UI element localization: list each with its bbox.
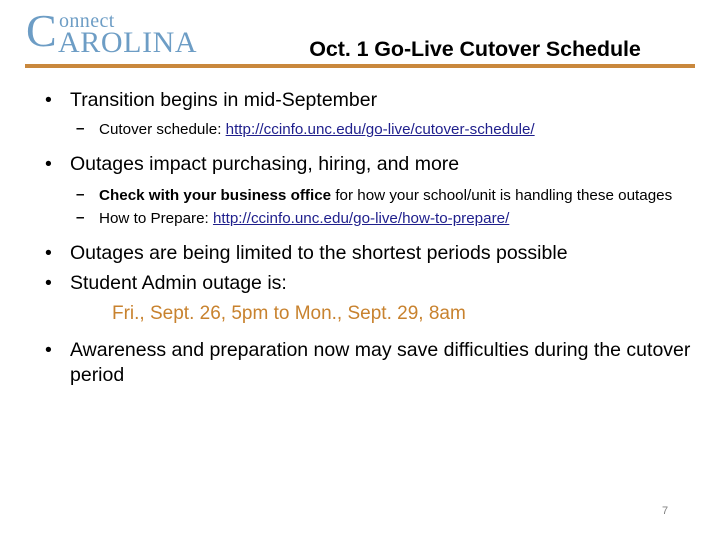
sub-bullet-emphasis: Check with your business office [99,187,332,204]
sub-bullet-check-business-office: – Check with your business office for ho… [0,186,720,206]
dash-marker-icon: – [76,209,85,226]
outage-window-text: Fri., Sept. 26, 5pm to Mon., Sept. 29, 8… [112,303,466,324]
bullet-text: Transition begins in mid-September [70,89,378,111]
sub-bullet-label: How to Prepare: [99,210,213,227]
how-to-prepare-link[interactable]: http://ccinfo.unc.edu/go-live/how-to-pre… [213,210,509,227]
bullet-item-student-admin-outage: • Student Admin outage is: [0,271,720,296]
bullet-marker-icon: • [45,242,52,264]
connect-carolina-logo: C onnect AROLINA [26,6,246,58]
bullet-text: Outages are being limited to the shortes… [70,242,568,264]
logo-word-arolina: AROLINA [58,26,198,59]
page-title: Oct. 1 Go-Live Cutover Schedule [309,37,641,61]
page-number: 7 [662,505,669,517]
bullet-item-outages-impact: • Outages impact purchasing, hiring, and… [0,152,720,177]
bullet-marker-icon: • [45,272,52,294]
dash-marker-icon: – [76,186,85,203]
slide-body: • Transition begins in mid-September – C… [0,88,720,388]
sub-bullet-text: for how your school/unit is handling the… [331,187,673,204]
bullet-text: Outages impact purchasing, hiring, and m… [70,153,460,175]
bullet-text: Awareness and preparation now may save d… [70,339,691,386]
slide-header: C onnect AROLINA Oct. 1 Go-Live Cutover … [0,0,720,72]
title-divider-rule [25,64,695,68]
logo-big-c: C [26,5,57,56]
cutover-schedule-link[interactable]: http://ccinfo.unc.edu/go-live/cutover-sc… [226,121,535,138]
slide: C onnect AROLINA Oct. 1 Go-Live Cutover … [0,0,720,540]
dash-marker-icon: – [76,120,85,137]
sub-bullet-how-to-prepare: – How to Prepare: http://ccinfo.unc.edu/… [0,209,720,229]
sub-bullet-cutover-schedule: – Cutover schedule: http://ccinfo.unc.ed… [0,120,720,140]
bullet-marker-icon: • [45,153,52,175]
bullet-item-transition: • Transition begins in mid-September [0,88,720,113]
bullet-item-awareness-preparation: • Awareness and preparation now may save… [0,338,720,388]
bullet-marker-icon: • [45,89,52,111]
bullet-marker-icon: • [45,339,52,361]
bullet-text: Student Admin outage is: [70,272,287,294]
sub-bullet-label: Cutover schedule: [99,121,226,138]
bullet-item-outages-limited: • Outages are being limited to the short… [0,241,720,266]
